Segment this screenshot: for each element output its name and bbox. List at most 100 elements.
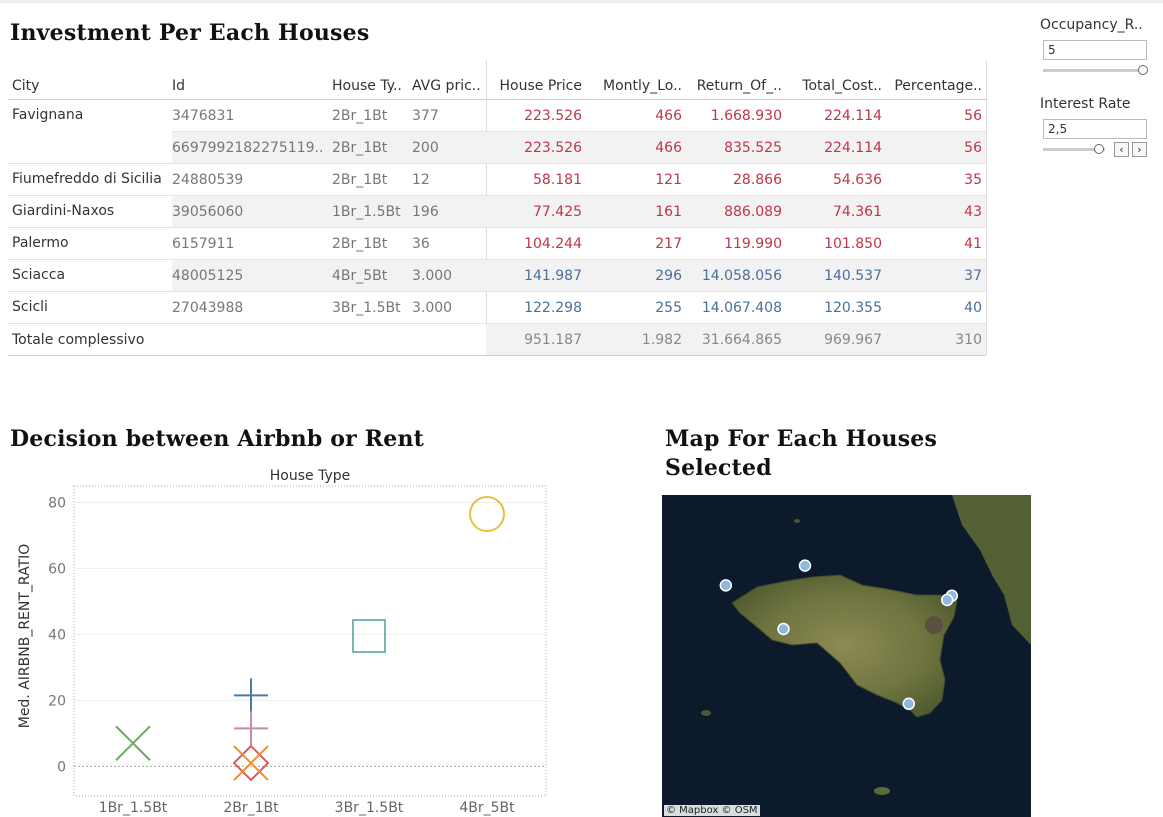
header-house-type[interactable]: House Ty.. bbox=[332, 78, 408, 94]
y-tick-label: 0 bbox=[57, 759, 66, 775]
table-cell-city: Palermo bbox=[12, 235, 69, 251]
table-cell-total-cost: 101.850 bbox=[824, 236, 882, 252]
table-cell-return-of: 1.668.930 bbox=[710, 108, 782, 124]
table-cell-id: 27043988 bbox=[172, 300, 244, 316]
table-cell-avg-price: 377 bbox=[412, 108, 439, 124]
table-cell-city: Fiumefreddo di Sicilia bbox=[12, 171, 162, 187]
x-tick-label: 2Br_1Bt bbox=[223, 800, 279, 816]
map-marker[interactable] bbox=[902, 697, 916, 711]
table-cell-monthly-loan: 161 bbox=[655, 204, 682, 220]
table-cell-house-type: 2Br_1Bt bbox=[332, 172, 388, 188]
map-canvas bbox=[662, 495, 1031, 817]
x-tick-label: 4Br_5Bt bbox=[459, 800, 515, 816]
table-cell-percentage: 41 bbox=[964, 236, 982, 252]
table-row[interactable]: Favignana 3476831 2Br_1Bt 377 223.526 466 1.66… bbox=[8, 100, 986, 132]
chart-title: House Type bbox=[270, 468, 350, 484]
table-cell-house-type: 2Br_1Bt bbox=[332, 236, 388, 252]
header-percentage[interactable]: Percentage.. bbox=[888, 78, 982, 94]
y-axis-label: Med. AIRBNB_RENT_RATIO bbox=[17, 544, 33, 729]
table-cell-percentage: 37 bbox=[964, 268, 982, 284]
data-point-plus bbox=[234, 711, 268, 746]
map-marker[interactable] bbox=[777, 622, 790, 636]
top-rule bbox=[0, 0, 1163, 3]
table-total-row[interactable]: Totale complessivo 951.187 1.982 31.664.865… bbox=[8, 324, 986, 356]
table-cell-total-cost: 140.537 bbox=[824, 268, 882, 284]
interest-slider-thumb[interactable] bbox=[1093, 144, 1104, 154]
table-cell-house-price: 58.181 bbox=[533, 172, 582, 188]
table-cell-house-price: 223.526 bbox=[524, 140, 582, 156]
table-cell-house-type: 4Br_5Bt bbox=[332, 268, 388, 284]
table-cell-id: 6157911 bbox=[172, 236, 235, 252]
table-row[interactable]: 6697992182275119.. 2Br_1Bt 200 223.526 466 83… bbox=[8, 132, 986, 164]
table-cell-avg-price: 3.000 bbox=[412, 268, 453, 284]
table-cell-monthly-loan: 255 bbox=[655, 300, 682, 316]
header-return-of[interactable]: Return_Of_.. bbox=[686, 78, 782, 94]
table-cell-return-of: 28.866 bbox=[733, 172, 782, 188]
table-cell-percentage: 40 bbox=[964, 300, 982, 316]
table-cell-percentage: 56 bbox=[964, 140, 982, 156]
table-cell-return-of: 835.525 bbox=[724, 140, 782, 156]
table-row[interactable]: Palermo 6157911 2Br_1Bt 36 104.244 217 119.990… bbox=[8, 228, 986, 260]
occupancy-input[interactable]: 5 bbox=[1043, 40, 1147, 60]
table-cell-total-cost: 120.355 bbox=[824, 300, 882, 316]
table-cell-total-cost: 224.114 bbox=[824, 108, 882, 124]
occupancy-slider-track[interactable] bbox=[1043, 69, 1143, 72]
airbnb-rent-scatter-chart: House Type Med. AIRBNB_RENT_RATIO 0 20 40 6… bbox=[17, 468, 547, 816]
table-cell-house-type: 1Br_1.5Bt bbox=[332, 204, 401, 220]
interest-next-button[interactable]: › bbox=[1132, 142, 1147, 157]
table-cell-avg-price: 196 bbox=[412, 204, 439, 220]
table-cell-return-of: 119.990 bbox=[724, 236, 782, 252]
table-cell-city: Scicli bbox=[12, 299, 48, 315]
total-cell-total-cost: 969.967 bbox=[824, 332, 882, 348]
table-cell-house-price: 141.987 bbox=[524, 268, 582, 284]
table-row[interactable]: Giardini-Naxos 39056060 1Br_1.5Bt 196 77.425… bbox=[8, 196, 986, 228]
header-avg-price[interactable]: AVG pric.. bbox=[412, 78, 488, 94]
x-tick-label: 1Br_1.5Bt bbox=[99, 800, 168, 816]
header-monthly-loan[interactable]: Montly_Lo.. bbox=[592, 78, 682, 94]
table-cell-return-of: 14.058.056 bbox=[701, 268, 782, 284]
map-title-line2: Selected bbox=[665, 455, 772, 481]
chart-marks bbox=[115, 496, 505, 782]
table-cell-avg-price: 12 bbox=[412, 172, 430, 188]
occupancy-label: Occupancy_R.. bbox=[1040, 17, 1143, 33]
table-cell-avg-price: 200 bbox=[412, 140, 439, 156]
table-row[interactable]: Scicli 27043988 3Br_1.5Bt 3.000 122.298 255 14… bbox=[8, 292, 986, 324]
gridlines bbox=[74, 501, 546, 767]
table-cell-return-of: 14.067.408 bbox=[701, 300, 782, 316]
table-right-border bbox=[986, 60, 987, 355]
map-marker[interactable] bbox=[798, 559, 812, 572]
ustica-island bbox=[794, 519, 800, 523]
table-cell-house-type: 2Br_1Bt bbox=[332, 108, 388, 124]
table-row[interactable]: Sciacca 48005125 4Br_5Bt 3.000 141.987 296 14.… bbox=[8, 260, 986, 292]
map-marker[interactable] bbox=[940, 593, 954, 607]
sicily-map[interactable]: © Mapbox © OSM bbox=[662, 495, 1031, 817]
map-marker[interactable] bbox=[719, 579, 733, 592]
map-credit: © Mapbox © OSM bbox=[664, 805, 760, 816]
y-tick-label: 60 bbox=[48, 561, 66, 577]
occupancy-slider-thumb[interactable] bbox=[1138, 65, 1148, 75]
table-cell-total-cost: 224.114 bbox=[824, 140, 882, 156]
table-cell-id: 6697992182275119.. bbox=[172, 140, 324, 156]
table-cell-avg-price: 36 bbox=[412, 236, 430, 252]
plot-area bbox=[73, 485, 547, 797]
interest-prev-button[interactable]: ‹ bbox=[1114, 142, 1129, 157]
interest-input[interactable]: 2,5 bbox=[1043, 119, 1147, 139]
total-cell-monthly-loan: 1.982 bbox=[641, 332, 682, 348]
table-cell-id: 3476831 bbox=[172, 108, 235, 124]
header-house-price[interactable]: House Price bbox=[488, 78, 582, 94]
header-id[interactable]: Id bbox=[172, 78, 322, 94]
table-cell-id: 48005125 bbox=[172, 268, 244, 284]
table-cell-total-cost: 74.361 bbox=[833, 204, 882, 220]
y-tick-label: 20 bbox=[48, 693, 66, 709]
x-tick-label: 3Br_1.5Bt bbox=[335, 800, 404, 816]
table-cell-id: 39056060 bbox=[172, 204, 244, 220]
table-cell-city: Giardini-Naxos bbox=[12, 203, 115, 219]
table-cell-avg-price: 3.000 bbox=[412, 300, 453, 316]
map-title-line1: Map For Each Houses bbox=[665, 426, 938, 452]
x-ticks: 1Br_1.5Bt 2Br_1Bt 3Br_1.5Bt 4Br_5Bt bbox=[99, 800, 515, 816]
table-cell-total-cost: 54.636 bbox=[833, 172, 882, 188]
table-row[interactable]: Fiumefreddo di Sicilia 24880539 2Br_1Bt 12 5… bbox=[8, 164, 986, 196]
header-city[interactable]: City bbox=[12, 78, 162, 94]
data-point-plus bbox=[234, 678, 268, 713]
header-total-cost[interactable]: Total_Cost.. bbox=[788, 78, 882, 94]
